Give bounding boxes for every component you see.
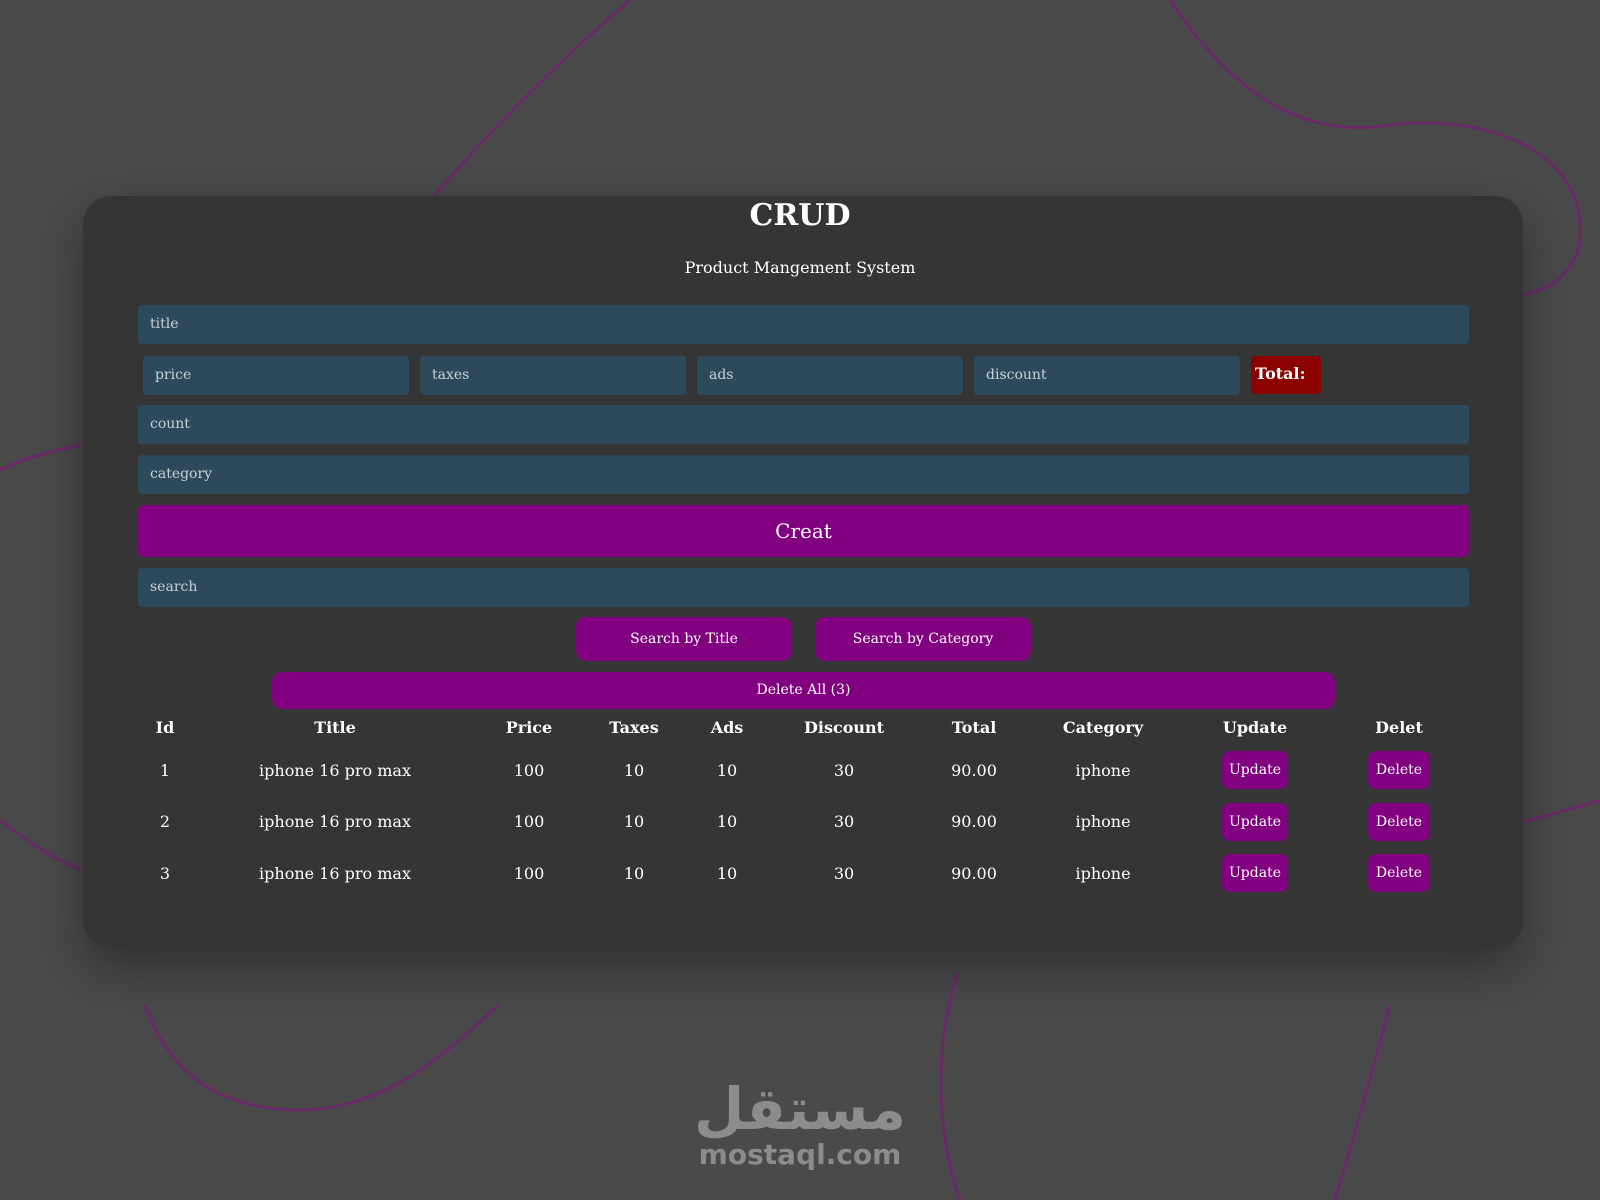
cell-category: iphone	[1075, 812, 1131, 831]
cell-price: 100	[513, 761, 545, 780]
header-total: Total	[951, 718, 997, 737]
delete-button[interactable]: Delete	[1368, 854, 1430, 892]
bg-curve-right-lower	[1522, 798, 1600, 824]
search-by-category-button[interactable]: Search by Category	[815, 617, 1031, 661]
page: CRUD Product Mangement System title pric…	[0, 0, 1600, 1200]
cell-price: 100	[513, 864, 545, 883]
header-id: Id	[155, 718, 175, 737]
logo-latin-text: mostaql.com	[698, 1138, 902, 1171]
cell-taxes: 10	[623, 864, 645, 883]
bg-curve-left	[0, 443, 83, 472]
bg-curve-left-lower	[0, 818, 83, 872]
cell-discount: 30	[833, 812, 855, 831]
update-button[interactable]: Update	[1222, 751, 1288, 789]
cell-category: iphone	[1075, 761, 1131, 780]
header-category: Category	[1062, 718, 1144, 737]
header-discount: Discount	[803, 718, 885, 737]
header-ads: Ads	[710, 718, 744, 737]
delete-button[interactable]: Delete	[1368, 751, 1430, 789]
mostaql-logo: مستقل mostaql.com	[0, 1078, 1600, 1170]
cell-discount: 30	[833, 864, 855, 883]
update-button[interactable]: Update	[1222, 854, 1288, 892]
cell-id: 3	[159, 864, 171, 883]
delete-button[interactable]: Delete	[1368, 803, 1430, 841]
cell-ads: 10	[716, 864, 738, 883]
search-by-title-button[interactable]: Search by Title	[576, 617, 792, 661]
discount-input[interactable]: discount	[974, 356, 1240, 395]
search-input[interactable]: search	[138, 568, 1469, 607]
create-button[interactable]: Creat	[138, 505, 1469, 557]
count-input[interactable]: count	[138, 405, 1469, 444]
header-title: Title	[314, 718, 356, 737]
cell-total: 90.00	[951, 812, 997, 831]
cell-discount: 30	[833, 761, 855, 780]
cell-price: 100	[513, 812, 545, 831]
header-update: Update	[1222, 718, 1288, 737]
cell-title: iphone 16 pro max	[259, 761, 411, 780]
header-delete: Delet	[1375, 718, 1423, 737]
header-taxes: Taxes	[609, 718, 659, 737]
logo-arabic-text: مستقل	[693, 1075, 907, 1143]
bg-curve-top	[428, 0, 631, 201]
title-input[interactable]: title	[138, 305, 1469, 344]
cell-ads: 10	[716, 812, 738, 831]
cell-id: 2	[159, 812, 171, 831]
page-subtitle: Product Mangement System	[684, 258, 916, 277]
update-button[interactable]: Update	[1222, 803, 1288, 841]
cell-category: iphone	[1075, 864, 1131, 883]
total-display: Total:	[1251, 356, 1321, 394]
page-title: CRUD	[749, 198, 851, 233]
category-input[interactable]: category	[138, 455, 1469, 494]
cell-id: 1	[159, 761, 171, 780]
cell-total: 90.00	[951, 864, 997, 883]
taxes-input[interactable]: taxes	[420, 356, 686, 395]
cell-title: iphone 16 pro max	[259, 812, 411, 831]
price-input[interactable]: price	[143, 356, 409, 395]
header-price: Price	[505, 718, 553, 737]
cell-title: iphone 16 pro max	[259, 864, 411, 883]
cell-taxes: 10	[623, 761, 645, 780]
ads-input[interactable]: ads	[697, 356, 963, 395]
delete-all-button[interactable]: Delete All (3)	[272, 672, 1335, 709]
cell-ads: 10	[716, 761, 738, 780]
cell-taxes: 10	[623, 812, 645, 831]
cell-total: 90.00	[951, 761, 997, 780]
